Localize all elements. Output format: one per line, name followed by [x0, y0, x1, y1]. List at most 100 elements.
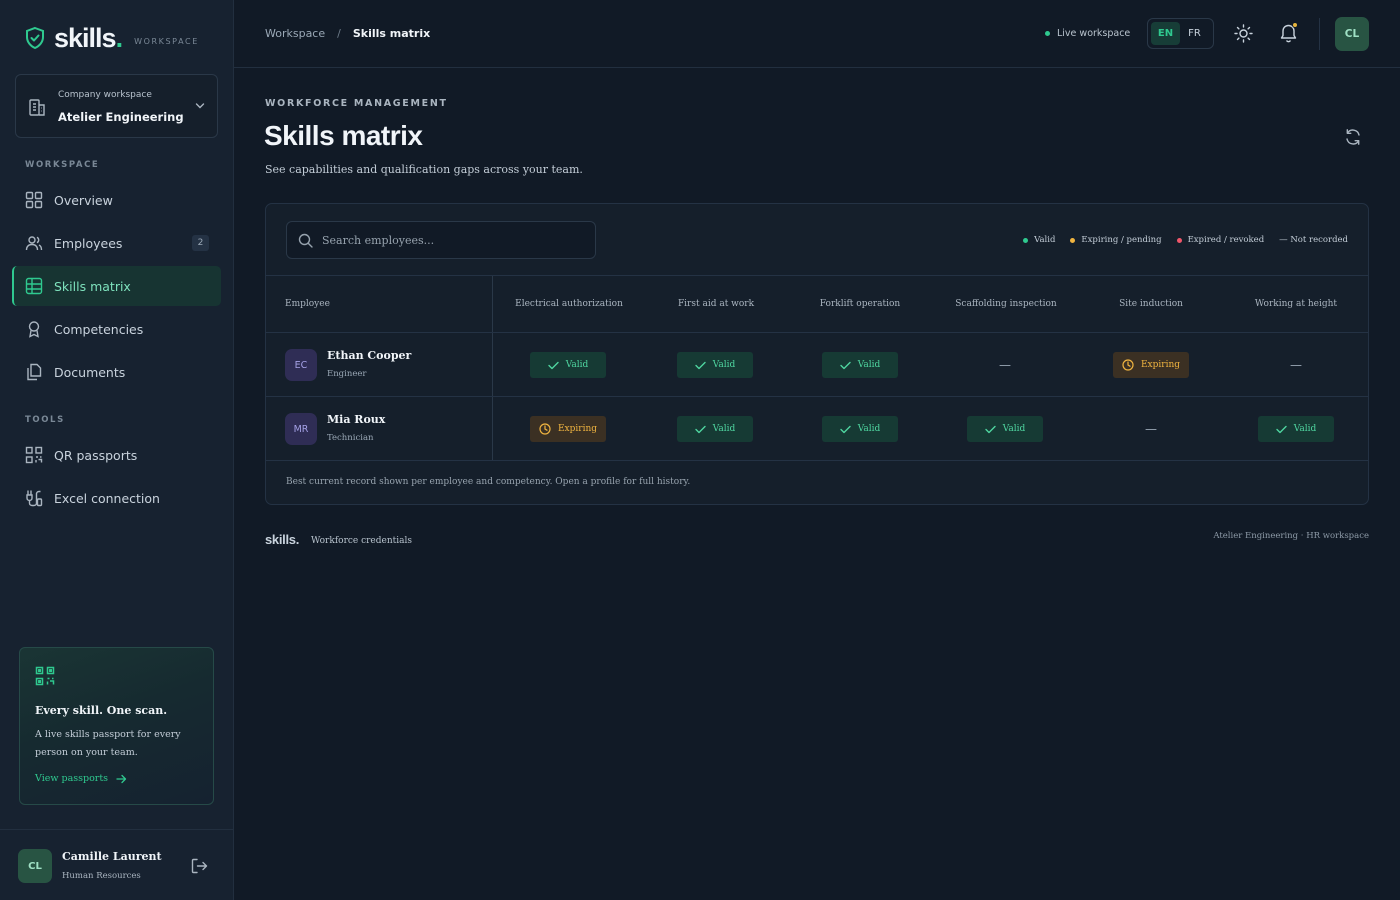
status-badge-valid[interactable]: Valid: [530, 352, 606, 378]
search-box: [286, 221, 596, 259]
employee-name[interactable]: Mia Roux: [327, 413, 385, 426]
status-label: Expiring: [557, 424, 598, 434]
table-row[interactable]: EC Ethan Cooper Engineer Valid Valid Valid — Ex…: [266, 333, 1368, 397]
legend-label: Expiring / pending: [1081, 235, 1162, 245]
sun-icon[interactable]: [1234, 24, 1253, 43]
sidebar-item-label: Competencies: [54, 321, 144, 337]
user-role: Human Resources: [62, 871, 141, 881]
status-cell: Valid: [935, 416, 1075, 442]
column-header[interactable]: Forklift operation: [790, 299, 930, 309]
grid-icon: [25, 191, 43, 209]
legend-dot: [1023, 237, 1029, 243]
sidebar-item-competencies[interactable]: Competencies: [12, 309, 221, 349]
status-badge-valid[interactable]: Valid: [677, 416, 753, 442]
status-badge-valid[interactable]: Valid: [1258, 416, 1334, 442]
status-dot: [1045, 31, 1050, 36]
legend-dot: [1070, 237, 1076, 243]
legend-expired: Expired / revoked: [1176, 235, 1265, 245]
status-label: Valid: [857, 360, 881, 370]
check-icon: [985, 425, 1003, 434]
status-label: Valid: [712, 360, 736, 370]
column-header[interactable]: Electrical authorization: [499, 299, 639, 309]
status-cell: —: [935, 352, 1075, 378]
check-icon: [840, 425, 858, 434]
sidebar-item-skills-matrix[interactable]: Skills matrix: [12, 266, 221, 306]
lang-fr-button[interactable]: FR: [1180, 22, 1209, 45]
refresh-icon[interactable]: [1344, 128, 1362, 146]
user-name: Camille Laurent: [62, 850, 162, 863]
employee-name[interactable]: Ethan Cooper: [327, 349, 411, 362]
avatar[interactable]: CL: [18, 849, 52, 883]
status-badge-valid[interactable]: Valid: [677, 352, 753, 378]
legend-not-recorded: — Not recorded: [1279, 235, 1348, 245]
table-header: Employee Electrical authorization First …: [266, 275, 1368, 333]
divider: [1319, 18, 1320, 50]
check-icon: [1276, 425, 1294, 434]
avatar[interactable]: CL: [1335, 17, 1369, 51]
sidebar-item-employees[interactable]: Employees 2: [12, 223, 221, 263]
column-header[interactable]: Site induction: [1081, 299, 1221, 309]
sidebar-item-label: Skills matrix: [54, 278, 131, 294]
status-badge-expiring[interactable]: Expiring: [530, 416, 606, 442]
column-header-employee[interactable]: Employee: [285, 299, 330, 309]
column-header[interactable]: First aid at work: [646, 299, 786, 309]
column-header[interactable]: Scaffolding inspection: [936, 299, 1076, 309]
employee-role: Engineer: [327, 369, 367, 379]
status-cell: Valid: [645, 416, 785, 442]
status-badge-valid[interactable]: Valid: [822, 416, 898, 442]
arrow-right-icon: [108, 774, 127, 784]
view-passports-link[interactable]: View passports: [35, 773, 127, 784]
sidebar-item-qr-passports[interactable]: QR passports: [12, 435, 221, 475]
sidebar-item-documents[interactable]: Documents: [12, 352, 221, 392]
check-icon: [695, 425, 713, 434]
column-header[interactable]: Working at height: [1226, 299, 1366, 309]
employee-avatar: MR: [285, 413, 317, 445]
legend-label: — Not recorded: [1279, 235, 1348, 245]
status-badge-valid[interactable]: Valid: [822, 352, 898, 378]
user-profile: CL Camille Laurent Human Resources: [0, 829, 233, 900]
connection-icon: [25, 489, 43, 507]
brand-logo[interactable]: skills. WORKSPACE: [24, 25, 199, 52]
promo-title: Every skill. One scan.: [35, 704, 168, 717]
chevron-down-icon: [195, 102, 205, 110]
footer-brand: skills.: [265, 532, 300, 547]
status-badge-valid[interactable]: Valid: [967, 416, 1043, 442]
award-icon: [25, 320, 43, 338]
sidebar-item-excel-connection[interactable]: Excel connection: [12, 478, 221, 518]
documents-icon: [25, 363, 43, 381]
status-cell: Valid: [498, 352, 638, 378]
status-cell: —: [1226, 352, 1366, 378]
sidebar-item-label: QR passports: [54, 447, 138, 463]
status-cell: Expiring: [1081, 352, 1221, 378]
skills-matrix-card: Valid Expiring / pending Expired / revok…: [265, 203, 1369, 505]
status-label: Valid: [565, 360, 589, 370]
legend-label: Valid: [1034, 235, 1056, 245]
workspace-switcher[interactable]: Company workspace Atelier Engineering: [15, 74, 218, 138]
employee-cell[interactable]: EC Ethan Cooper Engineer: [266, 333, 493, 396]
logout-icon[interactable]: [191, 858, 208, 874]
status-badge-expiring[interactable]: Expiring: [1113, 352, 1189, 378]
search-input[interactable]: [322, 233, 582, 247]
status-cell: Valid: [645, 352, 785, 378]
check-icon: [548, 361, 566, 370]
promo-card: Every skill. One scan. A live skills pas…: [19, 647, 214, 805]
breadcrumb-separator: /: [337, 27, 341, 40]
live-status-label: Live workspace: [1057, 28, 1131, 39]
lang-en-button[interactable]: EN: [1151, 22, 1180, 45]
section-label-workspace: WORKSPACE: [25, 160, 100, 170]
employee-cell[interactable]: MR Mia Roux Technician: [266, 397, 493, 460]
status-label: Valid: [712, 424, 736, 434]
language-switcher: EN FR: [1147, 18, 1214, 49]
breadcrumb-workspace[interactable]: Workspace: [265, 27, 325, 40]
sidebar-item-overview[interactable]: Overview: [12, 180, 221, 220]
workspace-label: Company workspace: [58, 90, 152, 100]
table-row[interactable]: MR Mia Roux Technician Expiring Valid Valid Va…: [266, 397, 1368, 461]
legend-expiring: Expiring / pending: [1070, 235, 1162, 245]
status-label: Valid: [1293, 424, 1317, 434]
legend-label: Expired / revoked: [1187, 235, 1265, 245]
live-status: Live workspace: [1045, 28, 1130, 39]
status-label: Valid: [1002, 424, 1026, 434]
notification-dot: [1292, 22, 1298, 28]
search-icon: [298, 233, 313, 248]
employee-role: Technician: [327, 433, 374, 443]
